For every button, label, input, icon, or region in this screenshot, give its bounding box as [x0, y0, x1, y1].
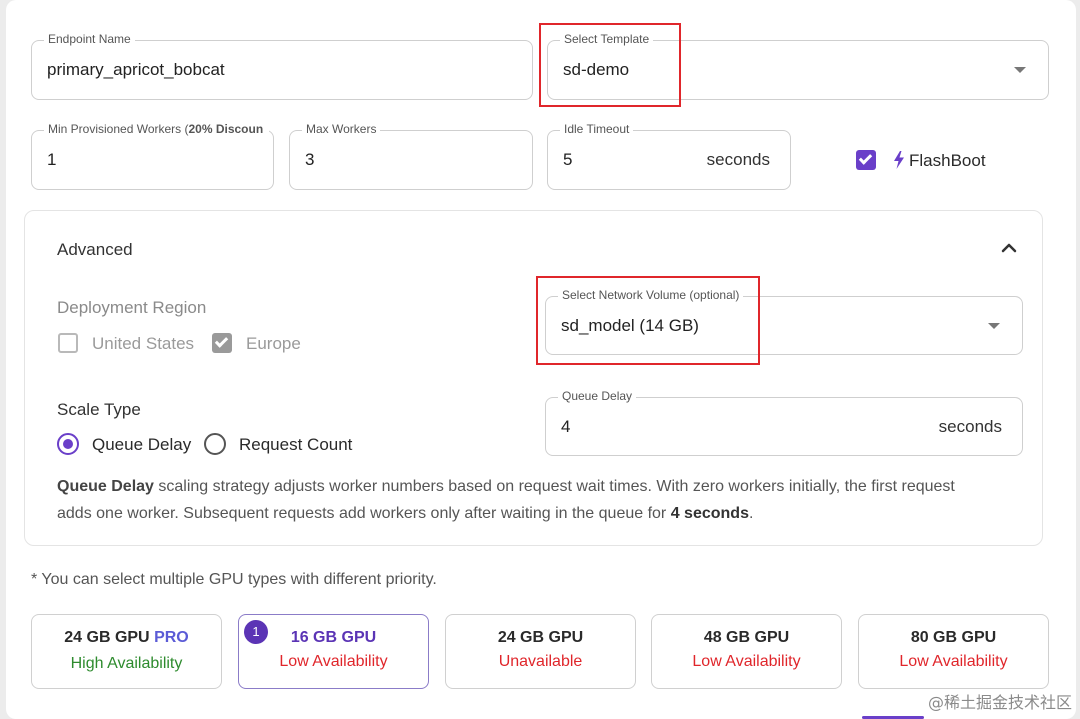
gpu-title: 80 GB GPU	[910, 629, 997, 646]
watermark-text: @稀土掘金技术社区	[927, 693, 1072, 712]
gpu-card-24gb[interactable]: 24 GB GPU Unavailable	[445, 614, 636, 689]
flashboot-checkbox[interactable]	[856, 150, 876, 170]
endpoint-name-field[interactable]: Endpoint Name primary_apricot_bobcat	[31, 32, 533, 100]
gpu-title: 24 GB GPU PRO	[64, 629, 189, 646]
max-workers-value[interactable]: 3	[305, 150, 314, 170]
max-workers-field[interactable]: Max Workers 3	[289, 122, 533, 190]
idle-timeout-field[interactable]: Idle Timeout 5 seconds	[547, 122, 791, 190]
region-label-europe: Europe	[246, 334, 301, 353]
gpu-selection-note: * You can select multiple GPU types with…	[31, 571, 437, 588]
deployment-region-label: Deployment Region	[57, 298, 207, 317]
min-workers-value[interactable]: 1	[47, 150, 56, 170]
gpu-availability: Low Availability	[692, 653, 801, 670]
chevron-down-icon[interactable]	[1014, 67, 1026, 73]
chevron-down-icon[interactable]	[988, 322, 1000, 329]
scale-type-label-queue-delay: Queue Delay	[92, 435, 192, 454]
scale-type-label: Scale Type	[57, 400, 141, 419]
gpu-card-48gb[interactable]: 48 GB GPU Low Availability	[651, 614, 842, 689]
gpu-card-80gb[interactable]: 80 GB GPU Low Availability	[858, 614, 1049, 689]
gpu-card-24gb-pro[interactable]: 24 GB GPU PRO High Availability	[31, 614, 222, 689]
gpu-title: 24 GB GPU	[497, 629, 584, 646]
lightning-icon	[894, 151, 904, 169]
checkmark-icon	[214, 334, 229, 348]
gpu-title: 48 GB GPU	[703, 629, 790, 646]
gpu-availability: High Availability	[70, 655, 183, 672]
region-label-united-states: United States	[92, 334, 195, 353]
scale-type-label-request-count: Request Count	[239, 435, 353, 454]
gpu-availability: Low Availability	[279, 653, 388, 670]
scale-type-radio-queue-delay[interactable]	[57, 433, 79, 455]
queue-delay-value[interactable]: 4	[561, 417, 570, 437]
network-volume-highlight-box	[536, 276, 760, 365]
checkmark-icon	[858, 151, 873, 165]
scale-type-radio-request-count[interactable]	[204, 433, 226, 455]
gpu-card-16gb[interactable]: 1 16 GB GPU Low Availability	[238, 614, 429, 689]
endpoint-name-value[interactable]: primary_apricot_bobcat	[47, 60, 225, 80]
advanced-title[interactable]: Advanced	[57, 240, 133, 260]
pro-badge: PRO	[154, 629, 189, 646]
idle-timeout-label: Idle Timeout	[560, 122, 634, 136]
region-checkbox-europe[interactable]	[212, 333, 232, 353]
min-workers-field[interactable]: Min Provisioned Workers (20% Discoun 1	[31, 122, 274, 190]
scale-description: Queue Delay scaling strategy adjusts wor…	[57, 478, 955, 522]
idle-timeout-value[interactable]: 5	[563, 150, 572, 170]
chevron-up-icon[interactable]	[1001, 242, 1017, 254]
flashboot-label: FlashBoot	[909, 151, 986, 170]
queue-delay-field[interactable]: Queue Delay 4 seconds	[545, 389, 1023, 456]
min-workers-label: Min Provisioned Workers (20% Discoun	[44, 122, 269, 136]
gpu-title: 16 GB GPU	[290, 629, 377, 646]
idle-timeout-unit: seconds	[706, 150, 770, 169]
gpu-availability: Unavailable	[498, 653, 583, 670]
endpoint-name-label: Endpoint Name	[44, 32, 135, 46]
queue-delay-unit: seconds	[938, 416, 1002, 436]
queue-delay-label: Queue Delay	[558, 389, 637, 403]
gpu-availability: Low Availability	[899, 653, 1008, 670]
template-highlight-box	[539, 23, 681, 107]
region-checkbox-united-states[interactable]	[58, 333, 78, 353]
max-workers-label: Max Workers	[302, 122, 381, 136]
